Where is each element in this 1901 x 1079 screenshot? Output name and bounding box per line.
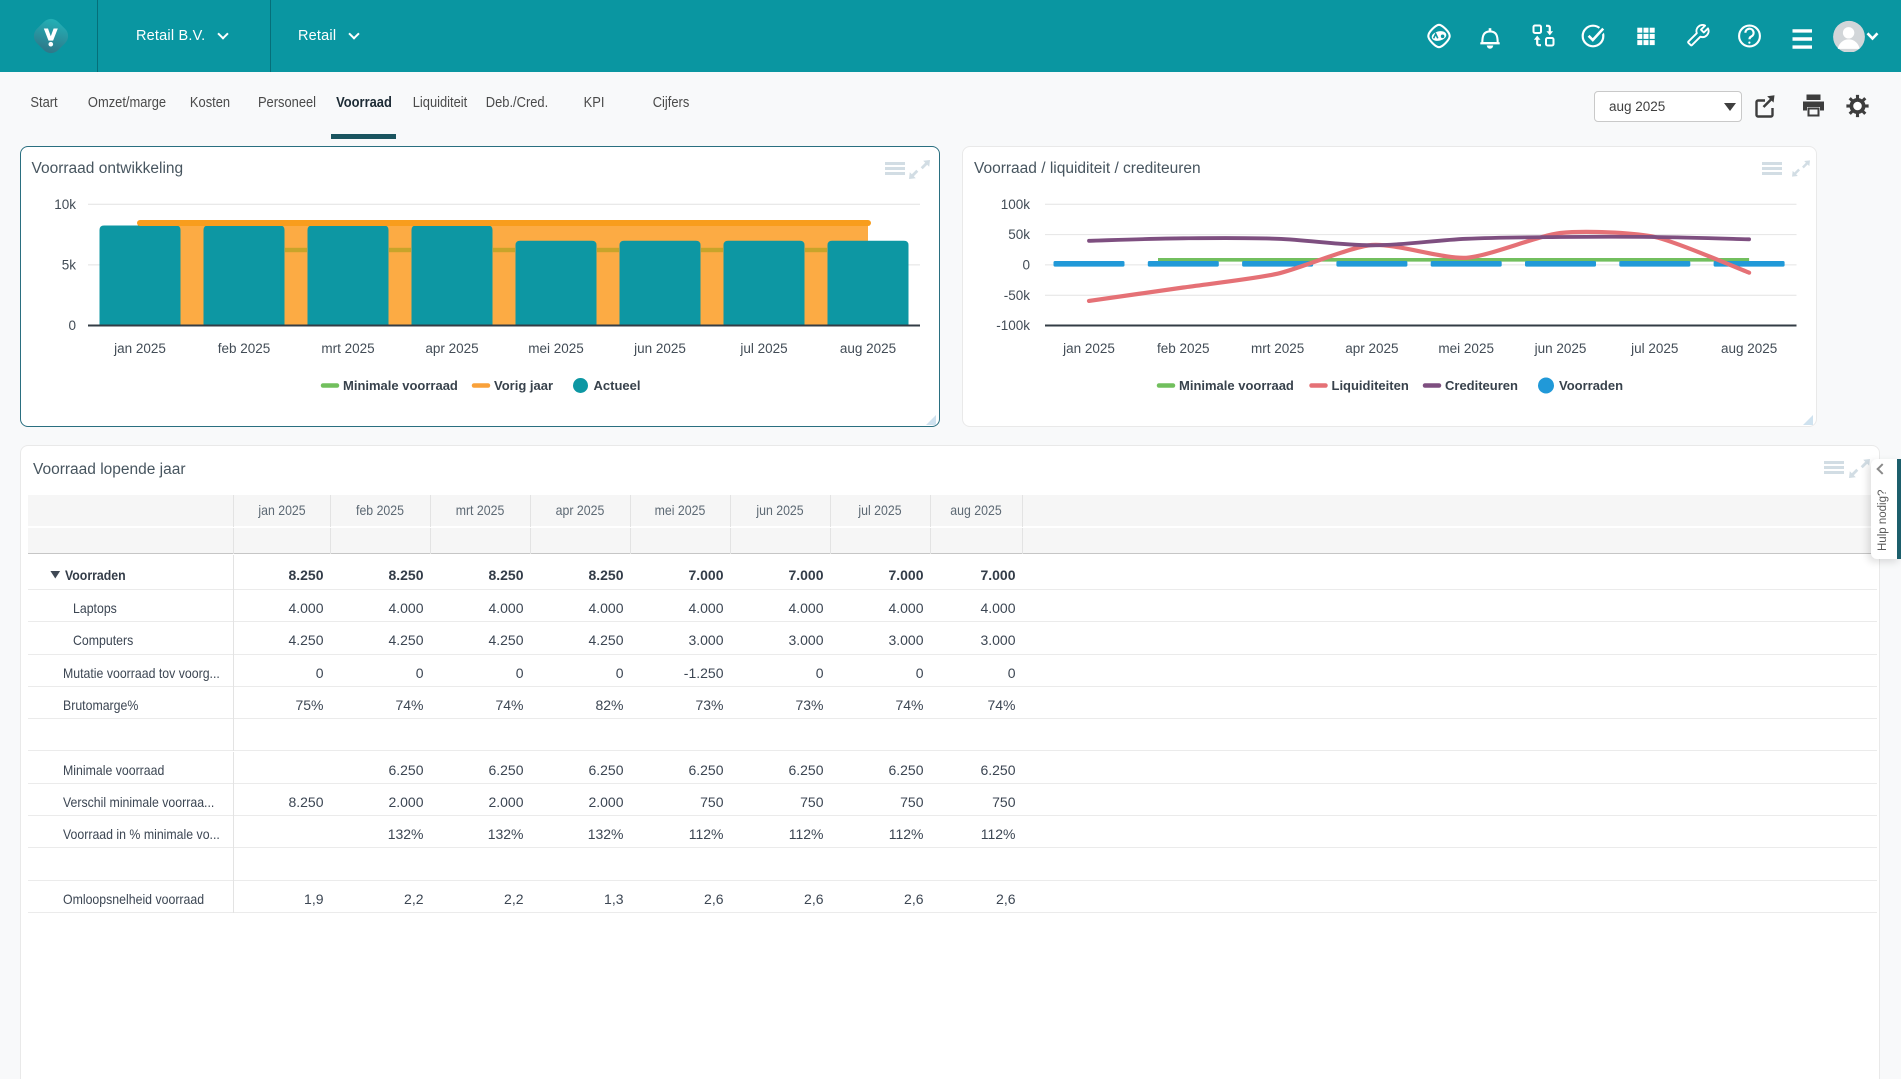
- svg-text:apr 2025: apr 2025: [425, 341, 478, 356]
- svg-text:mrt 2025: mrt 2025: [1251, 341, 1304, 356]
- svg-text:0: 0: [1022, 258, 1030, 273]
- svg-text:Vorig jaar: Vorig jaar: [494, 378, 553, 393]
- svg-text:aug 2025: aug 2025: [840, 341, 896, 356]
- svg-text:feb 2025: feb 2025: [1157, 341, 1210, 356]
- svg-text:jul 2025: jul 2025: [739, 341, 787, 356]
- svg-text:100k: 100k: [1001, 197, 1031, 212]
- svg-text:apr 2025: apr 2025: [1345, 341, 1398, 356]
- svg-text:Liquiditeiten: Liquiditeiten: [1332, 378, 1409, 393]
- svg-text:jun 2025: jun 2025: [1534, 341, 1587, 356]
- svg-text:0: 0: [68, 318, 76, 333]
- svg-text:Crediteuren: Crediteuren: [1445, 378, 1518, 393]
- svg-text:feb 2025: feb 2025: [218, 341, 271, 356]
- svg-text:jul 2025: jul 2025: [1630, 341, 1678, 356]
- svg-text:Actueel: Actueel: [594, 378, 641, 393]
- svg-text:-100k: -100k: [996, 318, 1030, 333]
- svg-text:Voorraden: Voorraden: [1559, 378, 1623, 393]
- svg-text:mrt 2025: mrt 2025: [321, 341, 374, 356]
- svg-text:5k: 5k: [62, 258, 77, 273]
- svg-text:mei 2025: mei 2025: [528, 341, 584, 356]
- svg-text:10k: 10k: [54, 197, 76, 212]
- svg-text:jun 2025: jun 2025: [633, 341, 686, 356]
- svg-text:Minimale voorraad: Minimale voorraad: [343, 378, 458, 393]
- svg-text:jan 2025: jan 2025: [113, 341, 166, 356]
- svg-text:jan 2025: jan 2025: [1062, 341, 1115, 356]
- svg-text:aug 2025: aug 2025: [1721, 341, 1777, 356]
- svg-text:50k: 50k: [1008, 227, 1030, 242]
- svg-text:mei 2025: mei 2025: [1438, 341, 1494, 356]
- svg-text:Minimale voorraad: Minimale voorraad: [1179, 378, 1294, 393]
- svg-text:-50k: -50k: [1004, 288, 1031, 303]
